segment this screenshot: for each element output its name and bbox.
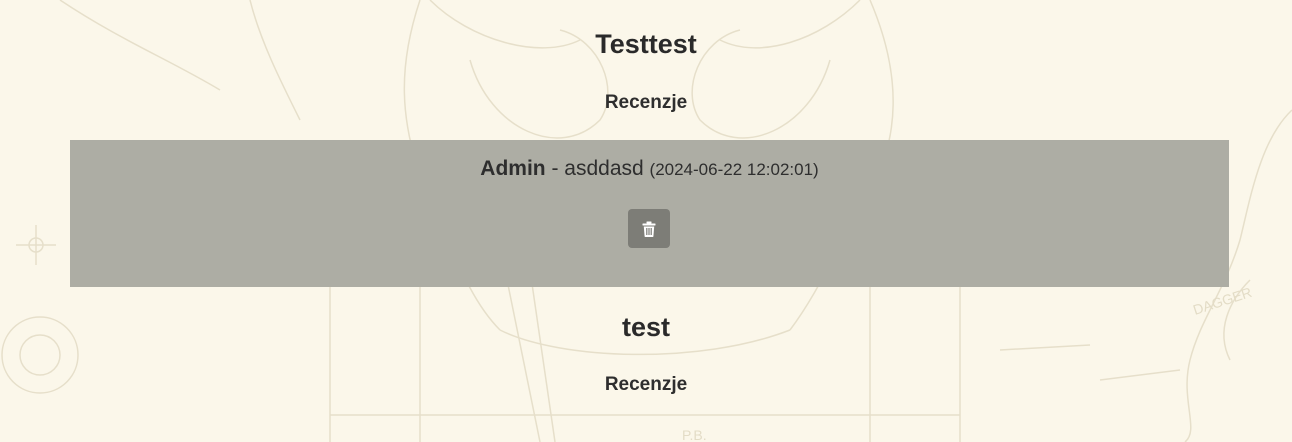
trash-icon — [642, 221, 656, 237]
review-author: Admin — [480, 157, 546, 180]
reviews-heading: Recenzje — [604, 374, 688, 395]
game-title: Testtest — [595, 29, 697, 59]
reviews-heading: Recenzje — [604, 92, 688, 113]
review-text-line: Admin - asddasd (2024-06-22 12:02:01) — [70, 157, 1229, 181]
game-list: Testtest Recenzje Admin - asddasd (2024-… — [0, 0, 1292, 442]
review-content: asddasd — [564, 157, 644, 180]
review-separator: - — [545, 157, 565, 180]
delete-review-button[interactable] — [628, 209, 670, 248]
review-date: (2024-06-22 12:02:01) — [649, 160, 819, 179]
game-title: test — [621, 312, 670, 342]
review-item: Admin - asddasd (2024-06-22 12:02:01) — [70, 140, 1229, 287]
